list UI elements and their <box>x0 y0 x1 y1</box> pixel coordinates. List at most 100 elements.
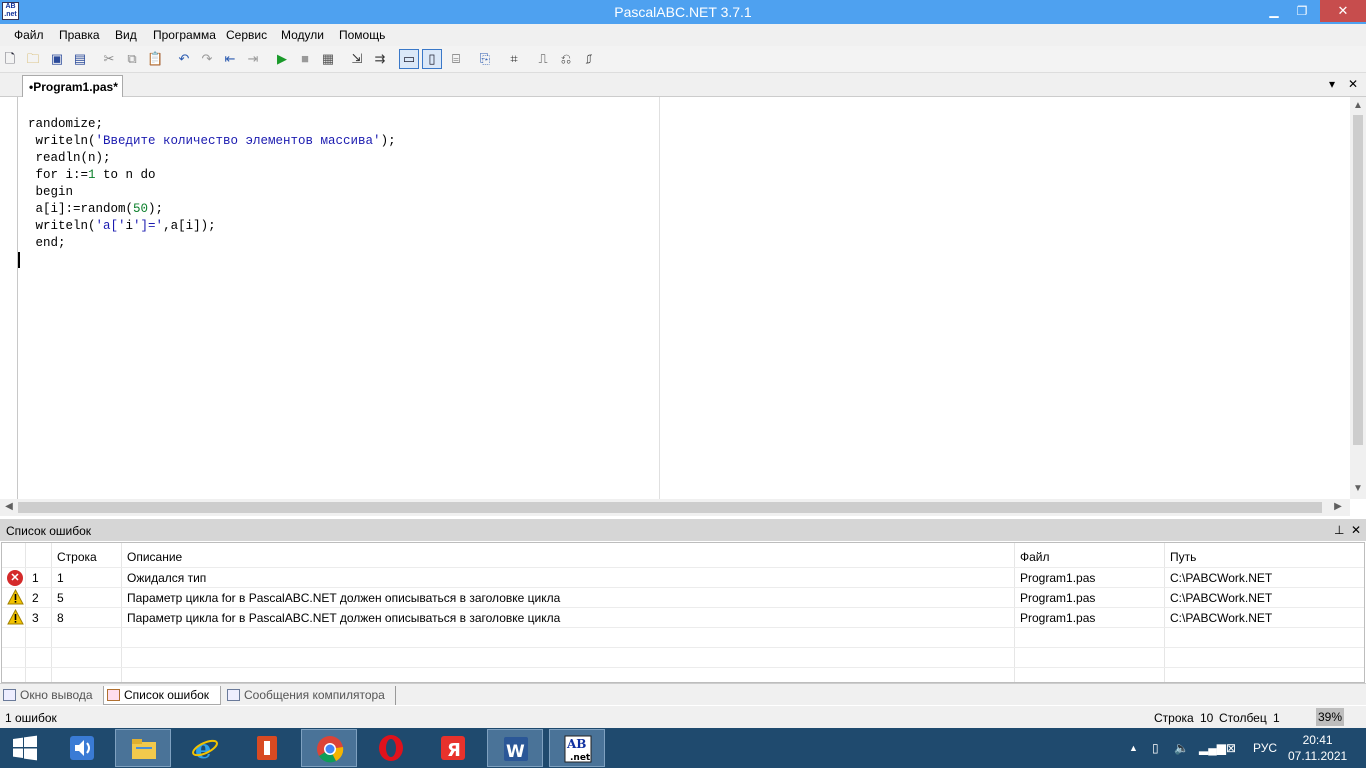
code-line[interactable]: a[i]:=random(50); <box>28 201 396 218</box>
code-editor[interactable]: randomize; writeln('Введите количество э… <box>0 97 1366 516</box>
code-line[interactable]: begin <box>28 184 396 201</box>
error-list-table: Строка Описание Файл Путь ✕ 1 1 Ожидался… <box>1 542 1365 683</box>
horizontal-scrollbar[interactable]: ◀ ▶ <box>0 499 1350 516</box>
undo-icon[interactable]: ↶ <box>176 51 192 67</box>
code-text[interactable]: randomize; writeln('Введите количество э… <box>28 116 396 252</box>
window-title: PascalABC.NET 3.7.1 <box>614 4 752 20</box>
speaker-app-icon[interactable] <box>54 729 110 767</box>
save-icon[interactable]: ▣ <box>49 51 65 67</box>
table-row[interactable]: ✕ 1 1 Ожидался тип Program1.pas C:\PABCW… <box>2 568 1364 587</box>
windows-start-icon[interactable] <box>0 729 50 767</box>
editor-toggle-icon[interactable]: ▯ <box>422 49 442 69</box>
pin-icon[interactable]: ⊥ <box>1334 523 1344 537</box>
menu-modules[interactable]: Модули <box>281 28 324 42</box>
step-over-icon[interactable]: ⇲ <box>349 51 365 67</box>
opera-icon[interactable] <box>363 729 419 767</box>
indent-icon[interactable]: ⇤ <box>222 51 238 67</box>
scroll-down-icon[interactable]: ▼ <box>1350 483 1366 494</box>
output-window-toggle-icon[interactable]: ▭ <box>399 49 419 69</box>
tab-compiler-messages[interactable]: Сообщения компилятора <box>224 686 396 705</box>
code-token: to n do <box>95 168 156 182</box>
save-all-icon[interactable]: ▤ <box>72 51 88 67</box>
table-row[interactable]: 2 5 Параметр цикла for в PascalABC.NET д… <box>2 588 1364 607</box>
format-code-icon[interactable]: ⎘ <box>477 51 493 67</box>
tab-close-icon[interactable]: ✕ <box>1348 77 1358 91</box>
run-icon[interactable]: ▶ <box>274 51 290 67</box>
table-row[interactable]: 3 8 Параметр цикла for в PascalABC.NET д… <box>2 608 1364 627</box>
debug-icon[interactable]: ⎍ <box>535 51 551 67</box>
yandex-browser-icon[interactable]: Я <box>425 729 481 767</box>
column-header-description[interactable]: Описание <box>127 550 182 564</box>
tray-network-icon[interactable]: ▂▄▆ <box>1199 741 1226 755</box>
tray-expand-icon[interactable]: ▲ <box>1129 743 1138 753</box>
tray-volume-icon[interactable]: 🔈 <box>1174 741 1189 755</box>
tab-program1[interactable]: •Program1.pas* <box>22 75 123 97</box>
outdent-icon[interactable]: ⇥ <box>245 51 261 67</box>
debug-run-icon[interactable]: ⎎ <box>581 51 597 67</box>
word-icon[interactable]: W <box>487 729 543 767</box>
tab-label: Список ошибок <box>124 688 210 702</box>
row-number: 1 <box>32 571 39 585</box>
vertical-scrollbar[interactable]: ▲ ▼ <box>1350 97 1366 499</box>
scroll-right-icon[interactable]: ▶ <box>1330 501 1346 512</box>
tray-action-center-icon[interactable]: ▯ <box>1152 741 1159 755</box>
stop-icon[interactable]: ■ <box>297 51 313 67</box>
compile-icon[interactable]: ▦ <box>320 51 336 67</box>
code-template-icon[interactable]: ⌸ <box>448 51 464 67</box>
column-header-line[interactable]: Строка <box>57 550 97 564</box>
clock[interactable]: 20:41 07.11.2021 <box>1288 732 1347 764</box>
menu-help[interactable]: Помощь <box>339 28 385 42</box>
code-line[interactable]: randomize; <box>28 116 396 133</box>
menu-service[interactable]: Сервис <box>226 28 267 42</box>
internet-explorer-icon[interactable]: e <box>177 729 233 767</box>
code-token: randomize; <box>28 117 104 131</box>
menu-edit[interactable]: Правка <box>59 28 100 42</box>
zoom-level[interactable]: 39% <box>1316 708 1344 726</box>
scroll-left-icon[interactable]: ◀ <box>1 501 17 512</box>
code-line[interactable]: for i:=1 to n do <box>28 167 396 184</box>
code-token: 50 <box>133 202 149 216</box>
open-folder-icon[interactable]: 🗀 <box>25 51 41 67</box>
svg-text:AB: AB <box>566 737 586 751</box>
redo-icon[interactable]: ↷ <box>199 51 215 67</box>
tray-language[interactable]: РУС <box>1253 741 1277 755</box>
file-explorer-icon[interactable] <box>115 729 171 767</box>
tab-error-list[interactable]: Список ошибок <box>103 686 221 705</box>
pascalabc-icon[interactable]: AB .net <box>549 729 605 767</box>
right-margin-line <box>659 97 660 499</box>
tab-list-chevron-icon[interactable]: ▾ <box>1329 77 1335 91</box>
new-file-icon[interactable]: 🗋 <box>2 51 18 67</box>
row-line: 8 <box>57 611 64 625</box>
code-line[interactable]: readln(n); <box>28 150 396 167</box>
tab-output-window[interactable]: Окно вывода <box>0 686 100 705</box>
vertical-scroll-thumb[interactable] <box>1353 115 1363 445</box>
column-header-file[interactable]: Файл <box>1020 550 1050 564</box>
title-bar: AB .net PascalABC.NET 3.7.1 ▁ ❐ ✕ <box>0 0 1366 24</box>
paste-icon[interactable]: 📋 <box>147 51 163 67</box>
warning-icon <box>7 589 24 605</box>
panel-close-icon[interactable]: ✕ <box>1351 523 1361 537</box>
debug-step-icon[interactable]: ⎌ <box>558 51 574 67</box>
horizontal-scroll-thumb[interactable] <box>18 502 1322 513</box>
tab-label: Сообщения компилятора <box>244 688 385 702</box>
menu-program[interactable]: Программа <box>153 28 216 42</box>
close-button[interactable]: ✕ <box>1320 0 1366 22</box>
tray-mobile-icon[interactable]: ⊠ <box>1226 741 1236 755</box>
minimize-button[interactable]: ▁ <box>1260 0 1288 22</box>
menu-file[interactable]: Файл <box>14 28 44 42</box>
code-line[interactable]: end; <box>28 235 396 252</box>
maximize-button[interactable]: ❐ <box>1288 0 1316 22</box>
menu-view[interactable]: Вид <box>115 28 137 42</box>
cut-icon[interactable]: ✂ <box>101 51 117 67</box>
code-token: 'a[' <box>95 219 126 233</box>
code-line[interactable]: writeln('a['i']=',a[i]); <box>28 218 396 235</box>
code-line[interactable]: writeln('Введите количество элементов ма… <box>28 133 396 150</box>
warning-icon <box>7 609 24 625</box>
scroll-up-icon[interactable]: ▲ <box>1350 100 1366 111</box>
chrome-icon[interactable] <box>301 729 357 767</box>
step-into-icon[interactable]: ⇉ <box>372 51 388 67</box>
code-icon[interactable]: ⌗ <box>506 51 522 67</box>
copy-icon[interactable]: ⧉ <box>124 51 140 67</box>
column-header-path[interactable]: Путь <box>1170 550 1196 564</box>
office-app-icon[interactable] <box>239 729 295 767</box>
